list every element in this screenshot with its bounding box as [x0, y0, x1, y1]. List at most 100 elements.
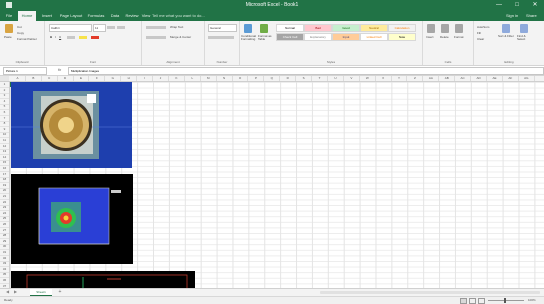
- page-layout-view-icon[interactable]: [469, 298, 476, 304]
- column-header-e[interactable]: E: [74, 76, 90, 81]
- tab-insert[interactable]: Insert: [38, 11, 56, 21]
- cell-style-normal[interactable]: Normal: [276, 24, 304, 32]
- insert-function-icon[interactable]: fx: [58, 67, 61, 72]
- align-top-icons[interactable]: [146, 26, 166, 29]
- column-header-ad[interactable]: AD: [471, 76, 487, 81]
- cell-style-explanatory[interactable]: Explanatory: [304, 33, 332, 41]
- column-header-o[interactable]: O: [233, 76, 249, 81]
- column-header-q[interactable]: Q: [264, 76, 281, 81]
- column-header-t[interactable]: T: [312, 76, 328, 81]
- horizontal-scrollbar[interactable]: [320, 291, 540, 294]
- column-header-b[interactable]: B: [26, 76, 42, 81]
- font-size-select[interactable]: 11: [93, 24, 106, 32]
- column-header-y[interactable]: Y: [392, 76, 408, 81]
- embedded-picture-coin[interactable]: [11, 82, 132, 168]
- minimize-button[interactable]: —: [492, 0, 506, 11]
- column-header-d[interactable]: D: [58, 76, 74, 81]
- fill-button[interactable]: Fill: [477, 31, 481, 35]
- format-as-table-icon[interactable]: [260, 24, 268, 33]
- column-header-n[interactable]: N: [217, 76, 233, 81]
- underline-icon[interactable]: U: [59, 35, 61, 39]
- tab-view[interactable]: View: [140, 11, 152, 21]
- paste-icon[interactable]: [5, 24, 13, 33]
- next-sheet-icon[interactable]: ▶: [14, 289, 17, 295]
- tell-me-box[interactable]: Tell me what you want to do...: [152, 11, 205, 21]
- zoom-slider[interactable]: [488, 300, 524, 301]
- italic-icon[interactable]: I: [55, 35, 56, 39]
- share-button[interactable]: Share: [526, 11, 537, 21]
- column-header-v[interactable]: V: [344, 76, 360, 81]
- cell-style-good[interactable]: Good: [332, 24, 360, 32]
- tab-data[interactable]: Data: [108, 11, 122, 21]
- column-header-z[interactable]: Z: [408, 76, 424, 81]
- column-header-ae[interactable]: AE: [487, 76, 503, 81]
- column-header-c[interactable]: C: [42, 76, 58, 81]
- tab-formulas[interactable]: Formulas: [86, 11, 106, 21]
- name-box[interactable]: Picture 1: [3, 67, 47, 75]
- insert-cells-icon[interactable]: [427, 24, 435, 33]
- cell-style-check-cell[interactable]: Check Cell: [276, 33, 304, 41]
- font-color-icon[interactable]: [91, 36, 99, 39]
- sign-in-link[interactable]: Sign in: [506, 11, 518, 21]
- close-button[interactable]: ✕: [528, 0, 542, 11]
- fill-color-icon[interactable]: [79, 36, 87, 39]
- cell-style-note[interactable]: Note: [388, 33, 416, 41]
- cell-style-bad[interactable]: Bad: [304, 24, 332, 32]
- column-header-s[interactable]: S: [296, 76, 313, 81]
- column-header-ag[interactable]: AG: [519, 76, 535, 81]
- cell-style-input[interactable]: Input: [332, 33, 360, 41]
- grow-font-icon[interactable]: [107, 26, 115, 29]
- autosum-button[interactable]: AutoSum: [477, 25, 489, 29]
- column-header-r[interactable]: R: [280, 76, 297, 81]
- wrap-text-button[interactable]: Wrap Text: [170, 25, 183, 29]
- tab-home[interactable]: Home: [18, 11, 36, 21]
- column-header-g[interactable]: G: [105, 76, 122, 81]
- column-header-h[interactable]: H: [121, 76, 138, 81]
- align-horizontal-icons[interactable]: [146, 36, 166, 39]
- column-header-m[interactable]: M: [201, 76, 217, 81]
- prev-sheet-icon[interactable]: ◀: [6, 289, 9, 295]
- font-name-select[interactable]: Calibri: [49, 24, 92, 32]
- formula-input[interactable]: Multiplication Images: [68, 67, 544, 75]
- page-break-view-icon[interactable]: [478, 298, 485, 304]
- embedded-picture-heatmap[interactable]: [11, 174, 133, 264]
- clear-button[interactable]: Clear: [477, 37, 484, 41]
- format-painter-button[interactable]: Format Painter: [17, 37, 37, 41]
- add-sheet-button[interactable]: +: [57, 289, 63, 295]
- normal-view-icon[interactable]: [460, 298, 467, 304]
- column-header-i[interactable]: I: [137, 76, 154, 81]
- conditional-formatting-icon[interactable]: [244, 24, 252, 33]
- column-header-af[interactable]: AF: [503, 76, 519, 81]
- cell-style-linked-cell[interactable]: Linked Cell: [360, 33, 388, 41]
- column-header-p[interactable]: P: [249, 76, 265, 81]
- bold-icon[interactable]: B: [50, 35, 52, 39]
- column-header-ac[interactable]: AC: [455, 76, 472, 81]
- tab-page-layout[interactable]: Page Layout: [58, 11, 84, 21]
- column-header-aa[interactable]: AA: [423, 76, 440, 81]
- cell-style-neutral[interactable]: Neutral: [360, 24, 388, 32]
- column-header-x[interactable]: X: [376, 76, 392, 81]
- select-all-corner[interactable]: [0, 76, 9, 81]
- zoom-slider-thumb[interactable]: [504, 298, 506, 303]
- find-select-icon[interactable]: [520, 24, 528, 33]
- borders-icon[interactable]: [67, 36, 75, 39]
- cut-button[interactable]: Cut: [17, 25, 22, 29]
- column-header-a[interactable]: A: [10, 76, 26, 81]
- number-format-select[interactable]: General: [208, 24, 237, 32]
- column-header-j[interactable]: J: [153, 76, 169, 81]
- embedded-picture-plot[interactable]: [11, 271, 195, 289]
- column-header-ab[interactable]: AB: [439, 76, 456, 81]
- sort-filter-icon[interactable]: [502, 24, 510, 33]
- column-header-l[interactable]: L: [185, 76, 201, 81]
- shrink-font-icon[interactable]: [117, 26, 125, 29]
- delete-cells-icon[interactable]: [441, 24, 449, 33]
- tab-review[interactable]: Review: [124, 11, 140, 21]
- copy-button[interactable]: Copy: [17, 31, 24, 35]
- column-header-k[interactable]: K: [169, 76, 185, 81]
- tab-file[interactable]: File: [2, 11, 16, 21]
- column-header-f[interactable]: F: [90, 76, 106, 81]
- number-format-icons[interactable]: [208, 36, 234, 39]
- maximize-button[interactable]: □: [510, 0, 524, 11]
- format-cells-icon[interactable]: [455, 24, 463, 33]
- column-header-w[interactable]: W: [360, 76, 376, 81]
